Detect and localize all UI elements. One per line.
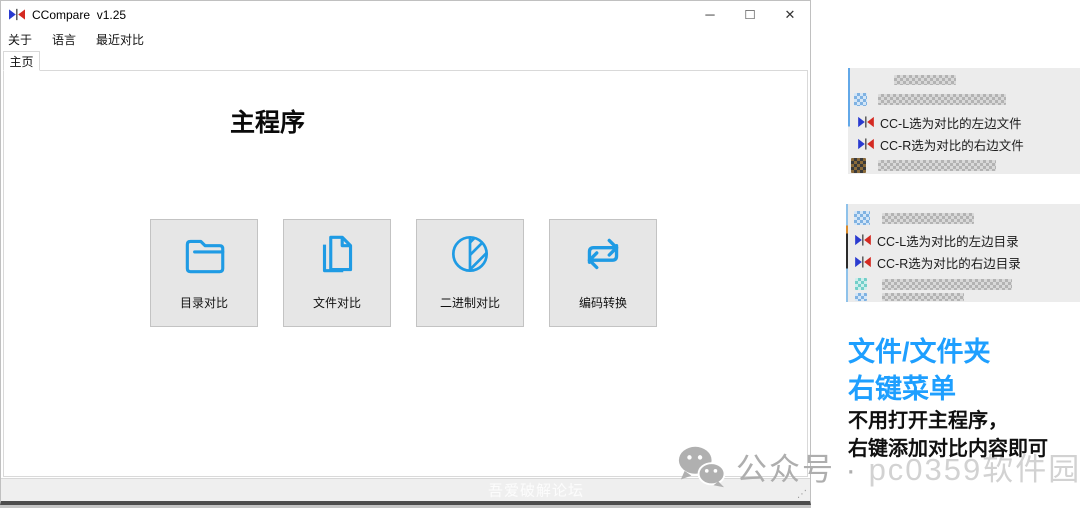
file-compare-button[interactable]: 文件对比 [283, 219, 391, 327]
blurred-app-icon [854, 93, 867, 106]
context-menu-screenshot-dirs: CC-L选为对比的左边目录 CC-R选为对比的右边目录 [846, 204, 1080, 302]
close-icon[interactable]: ✕ [770, 1, 810, 28]
app-logo-compare-icon [9, 8, 25, 21]
compare-icon [855, 234, 871, 246]
binary-circle-icon [445, 229, 495, 281]
blurred-text [882, 279, 1012, 290]
menu-item-cc-left-dir: CC-L选为对比的左边目录 [846, 230, 1080, 250]
note-line1: 不用打开主程序， [848, 407, 1048, 435]
menu-item-label: CC-R选为对比的右边目录 [877, 253, 1021, 272]
home-tab-panel: 主程序 目录对比 文件对比 [3, 70, 808, 477]
forum-watermark-text: 吾爱破解论坛 [488, 480, 584, 501]
menu-bar: 关于 语言 最近对比 [1, 29, 146, 49]
directory-compare-button[interactable]: 目录对比 [150, 219, 258, 327]
blurred-app-icon [855, 293, 867, 301]
blurred-text [878, 94, 1006, 105]
compare-icon [858, 138, 874, 150]
context-menu-screenshot-files: CC-L选为对比的左边文件 CC-R选为对比的右边文件 [848, 68, 1080, 174]
headline-line2: 右键菜单 [848, 371, 991, 408]
compare-icon [858, 116, 874, 128]
app-window: CCompare v1.25 ─ □ ✕ 关于 语言 最近对比 主页 主程序 目… [0, 0, 811, 505]
menu-item-about[interactable]: 关于 [6, 29, 34, 50]
menu-item-cc-left-file: CC-L选为对比的左边文件 [848, 112, 1080, 132]
menu-item-language[interactable]: 语言 [50, 29, 78, 50]
blurred-menu-item [848, 89, 1080, 109]
convert-arrows-icon [578, 229, 628, 281]
tool-button-label: 编码转换 [579, 294, 627, 311]
menu-item-label: CC-L选为对比的左边目录 [877, 231, 1019, 250]
maximize-icon[interactable]: □ [730, 1, 770, 28]
minimize-icon[interactable]: ─ [690, 1, 730, 28]
tool-button-label: 文件对比 [313, 294, 361, 311]
side-headline: 文件/文件夹 右键菜单 [848, 334, 991, 408]
tab-home[interactable]: 主页 [3, 51, 40, 71]
encoding-convert-button[interactable]: 编码转换 [549, 219, 657, 327]
menu-item-cc-right-dir: CC-R选为对比的右边目录 [846, 252, 1080, 272]
menu-item-label: CC-L选为对比的左边文件 [880, 113, 1022, 132]
menu-item-label: CC-R选为对比的右边文件 [880, 135, 1024, 154]
headline-line1: 文件/文件夹 [848, 334, 991, 371]
blurred-menu-item [846, 274, 1080, 294]
blurred-text [894, 75, 956, 85]
resize-grip[interactable]: ⋰ [797, 490, 807, 500]
blurred-app-icon [851, 158, 866, 173]
blurred-text [878, 160, 996, 171]
window-controls: ─ □ ✕ [690, 1, 810, 28]
tool-button-label: 二进制对比 [440, 294, 500, 311]
folder-icon [179, 229, 229, 281]
tool-button-label: 目录对比 [180, 294, 228, 311]
blurred-menu-item [848, 70, 1080, 90]
wechat-icon [676, 445, 726, 489]
blurred-text [882, 213, 974, 224]
titlebar: CCompare v1.25 ─ □ ✕ [1, 1, 810, 28]
menu-item-recent-compare[interactable]: 最近对比 [94, 29, 146, 50]
blurred-text [882, 293, 964, 301]
blurred-menu-item [846, 208, 1080, 228]
page-title: 主程序 [230, 103, 305, 139]
note-line2: 右键添加对比内容即可 [848, 435, 1048, 463]
blurred-menu-item [848, 155, 1080, 175]
files-icon [312, 229, 362, 281]
compare-icon [855, 256, 871, 268]
window-title: CCompare v1.25 [32, 8, 126, 22]
blurred-app-icon [855, 278, 867, 290]
side-note: 不用打开主程序， 右键添加对比内容即可 [848, 407, 1048, 463]
blurred-menu-item [846, 292, 1080, 302]
menu-item-cc-right-file: CC-R选为对比的右边文件 [848, 134, 1080, 154]
blurred-app-icon [854, 211, 870, 225]
watermark-prefix: 公众号 · [736, 452, 858, 487]
binary-compare-button[interactable]: 二进制对比 [416, 219, 524, 327]
